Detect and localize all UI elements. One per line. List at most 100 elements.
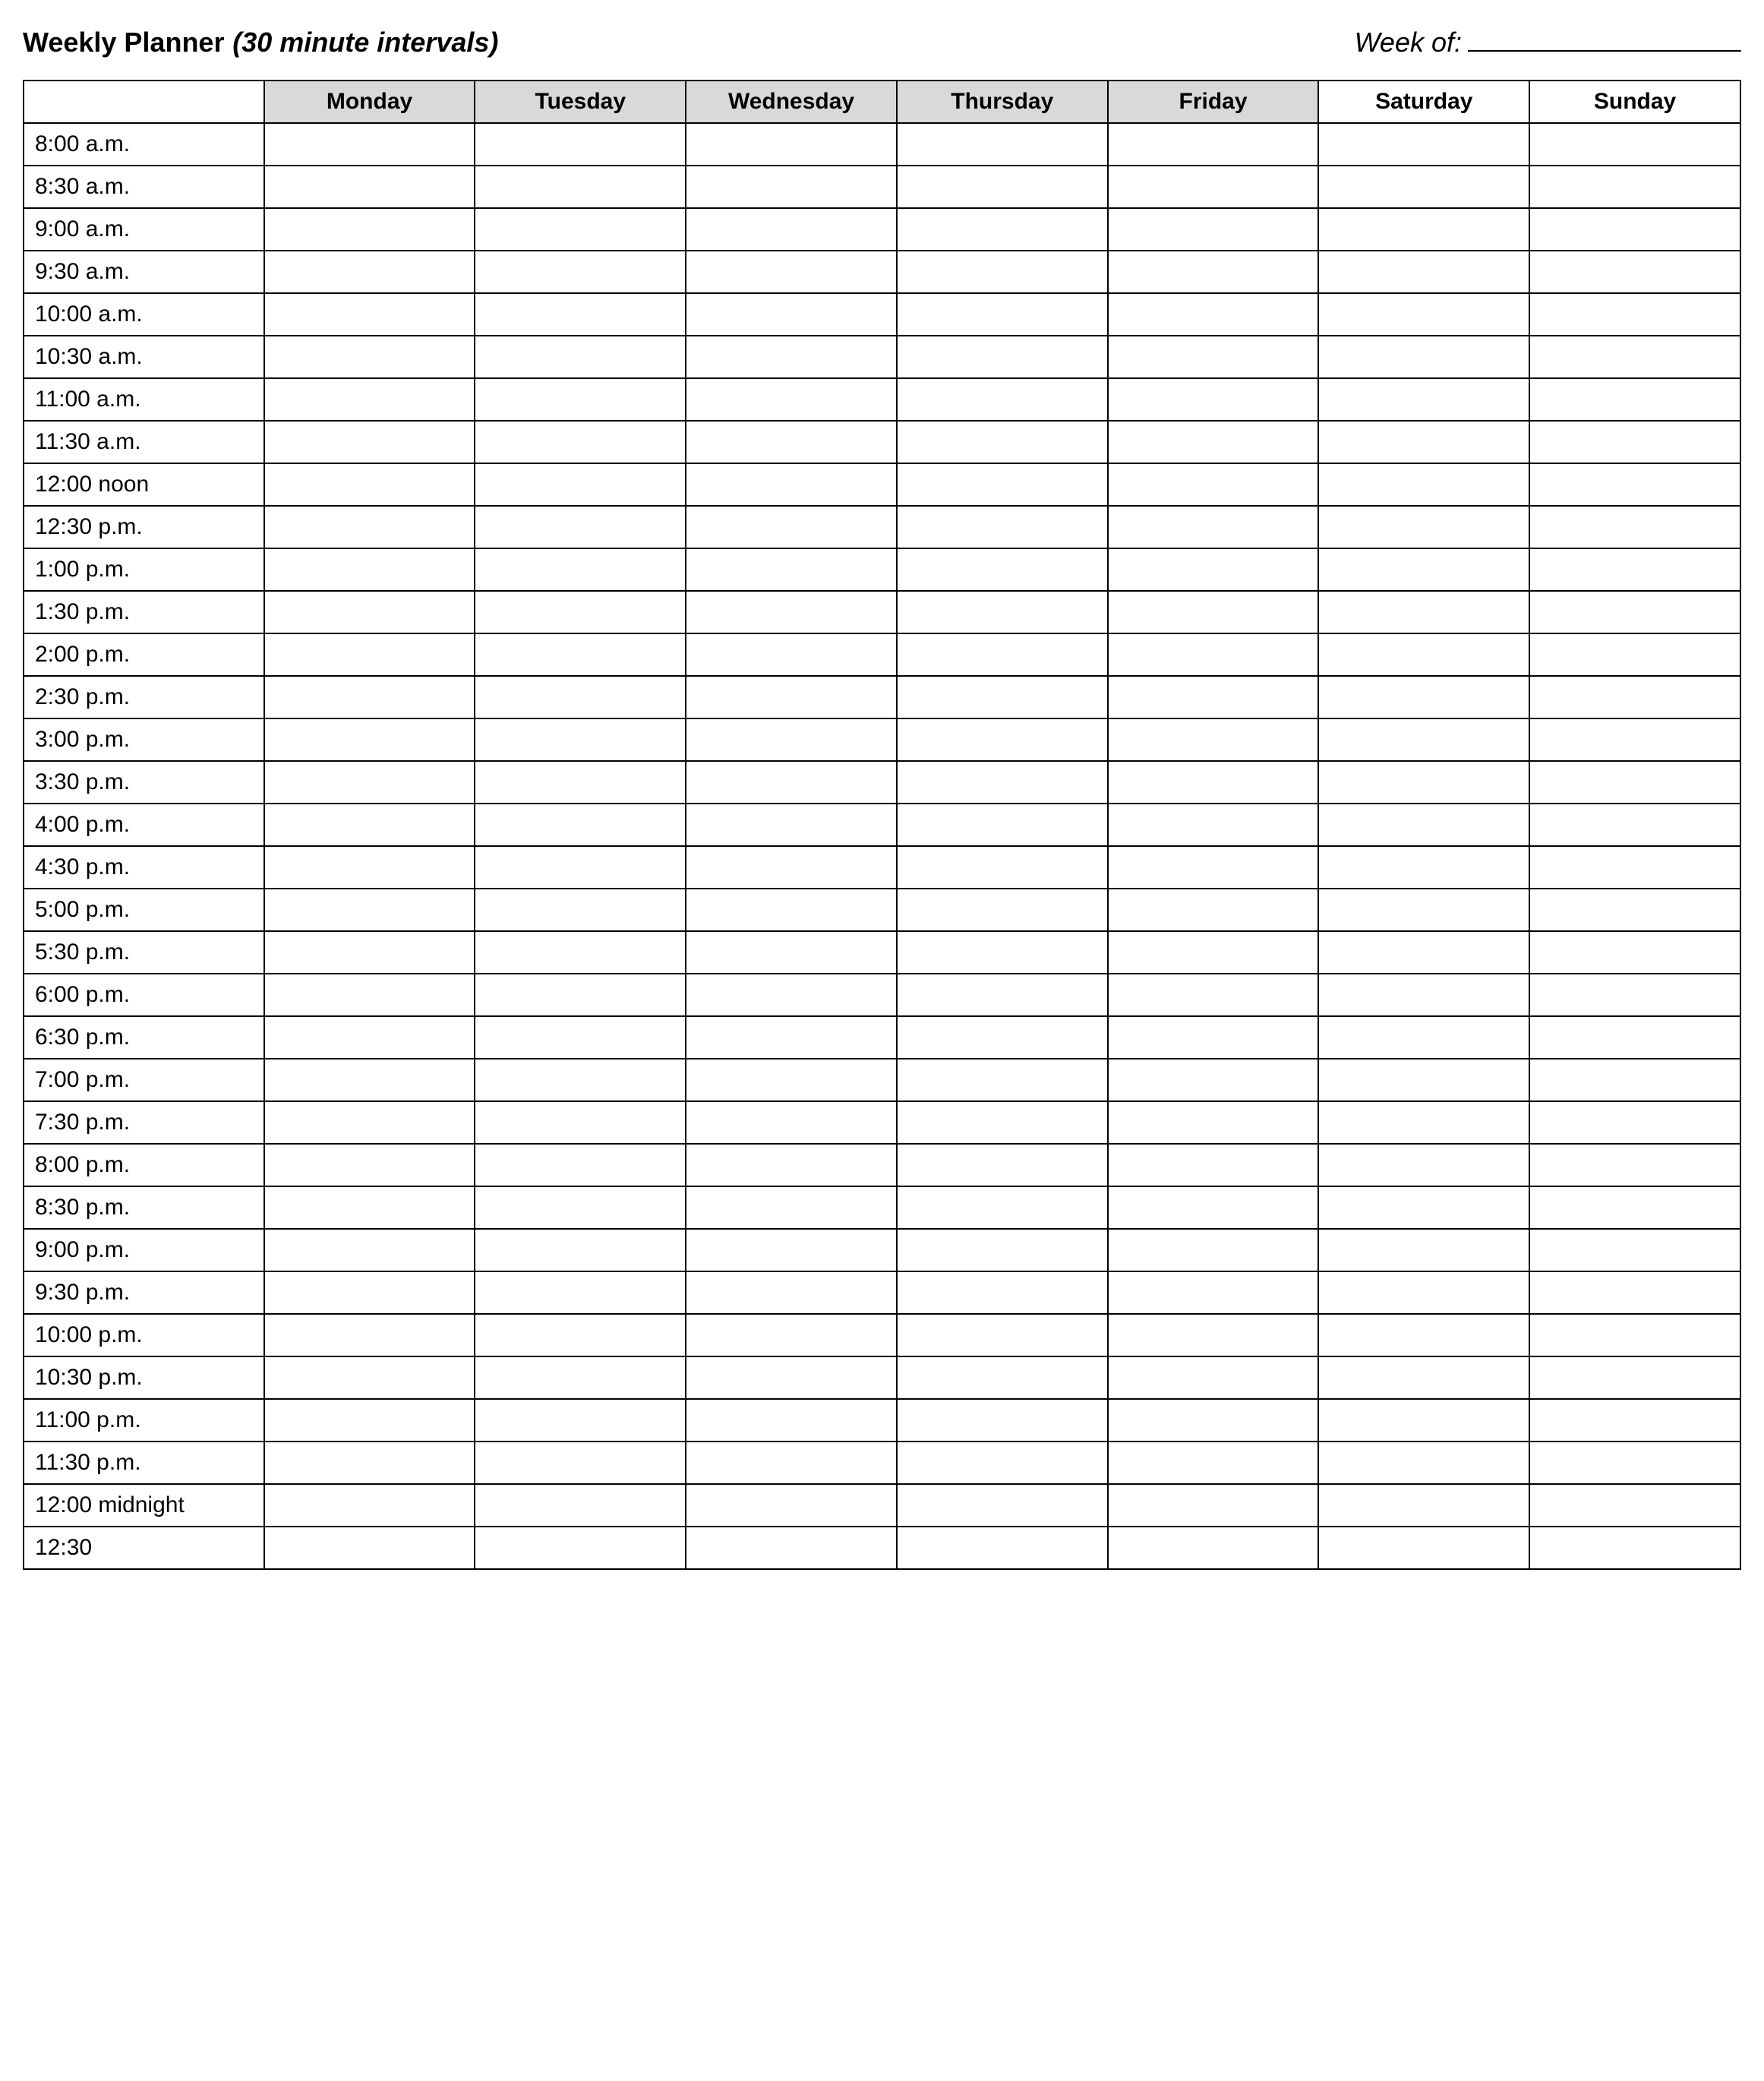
planner-cell[interactable] — [1529, 378, 1740, 421]
planner-cell[interactable] — [1318, 506, 1529, 548]
planner-cell[interactable] — [686, 123, 897, 166]
planner-cell[interactable] — [264, 718, 475, 761]
planner-cell[interactable] — [475, 633, 686, 676]
planner-cell[interactable] — [1318, 1101, 1529, 1144]
planner-cell[interactable] — [686, 1016, 897, 1059]
planner-cell[interactable] — [1318, 1144, 1529, 1186]
planner-cell[interactable] — [1529, 889, 1740, 931]
planner-cell[interactable] — [686, 1271, 897, 1314]
planner-cell[interactable] — [264, 166, 475, 208]
planner-cell[interactable] — [264, 1271, 475, 1314]
planner-cell[interactable] — [897, 931, 1108, 974]
planner-cell[interactable] — [897, 336, 1108, 378]
planner-cell[interactable] — [897, 1356, 1108, 1399]
planner-cell[interactable] — [475, 1186, 686, 1229]
planner-cell[interactable] — [1108, 804, 1319, 846]
planner-cell[interactable] — [686, 1484, 897, 1527]
planner-cell[interactable] — [1529, 1186, 1740, 1229]
planner-cell[interactable] — [1108, 633, 1319, 676]
planner-cell[interactable] — [475, 166, 686, 208]
planner-cell[interactable] — [264, 761, 475, 804]
planner-cell[interactable] — [1318, 166, 1529, 208]
planner-cell[interactable] — [264, 378, 475, 421]
planner-cell[interactable] — [1108, 463, 1319, 506]
planner-cell[interactable] — [686, 889, 897, 931]
planner-cell[interactable] — [897, 548, 1108, 591]
planner-cell[interactable] — [264, 336, 475, 378]
planner-cell[interactable] — [1318, 974, 1529, 1016]
planner-cell[interactable] — [1318, 123, 1529, 166]
planner-cell[interactable] — [1529, 718, 1740, 761]
planner-cell[interactable] — [1318, 208, 1529, 251]
planner-cell[interactable] — [475, 591, 686, 633]
planner-cell[interactable] — [897, 1059, 1108, 1101]
planner-cell[interactable] — [475, 804, 686, 846]
planner-cell[interactable] — [1529, 1059, 1740, 1101]
planner-cell[interactable] — [897, 1484, 1108, 1527]
planner-cell[interactable] — [475, 421, 686, 463]
planner-cell[interactable] — [475, 1527, 686, 1569]
planner-cell[interactable] — [1318, 846, 1529, 889]
planner-cell[interactable] — [1108, 1186, 1319, 1229]
planner-cell[interactable] — [1318, 931, 1529, 974]
planner-cell[interactable] — [475, 378, 686, 421]
planner-cell[interactable] — [686, 1527, 897, 1569]
planner-cell[interactable] — [1318, 1356, 1529, 1399]
planner-cell[interactable] — [475, 123, 686, 166]
planner-cell[interactable] — [1318, 1186, 1529, 1229]
planner-cell[interactable] — [264, 1101, 475, 1144]
planner-cell[interactable] — [264, 506, 475, 548]
planner-cell[interactable] — [897, 633, 1108, 676]
planner-cell[interactable] — [686, 336, 897, 378]
planner-cell[interactable] — [1529, 591, 1740, 633]
planner-cell[interactable] — [1529, 293, 1740, 336]
planner-cell[interactable] — [264, 421, 475, 463]
planner-cell[interactable] — [264, 1186, 475, 1229]
planner-cell[interactable] — [1108, 974, 1319, 1016]
planner-cell[interactable] — [264, 1144, 475, 1186]
planner-cell[interactable] — [475, 974, 686, 1016]
planner-cell[interactable] — [1529, 123, 1740, 166]
planner-cell[interactable] — [1529, 1271, 1740, 1314]
planner-cell[interactable] — [897, 974, 1108, 1016]
planner-cell[interactable] — [264, 1016, 475, 1059]
planner-cell[interactable] — [264, 633, 475, 676]
planner-cell[interactable] — [1318, 378, 1529, 421]
planner-cell[interactable] — [897, 846, 1108, 889]
planner-cell[interactable] — [1108, 251, 1319, 293]
planner-cell[interactable] — [264, 463, 475, 506]
planner-cell[interactable] — [897, 1101, 1108, 1144]
planner-cell[interactable] — [1318, 1314, 1529, 1356]
planner-cell[interactable] — [686, 1229, 897, 1271]
planner-cell[interactable] — [1108, 1484, 1319, 1527]
planner-cell[interactable] — [475, 718, 686, 761]
planner-cell[interactable] — [475, 846, 686, 889]
planner-cell[interactable] — [1108, 1144, 1319, 1186]
planner-cell[interactable] — [897, 1271, 1108, 1314]
planner-cell[interactable] — [897, 889, 1108, 931]
weekof-input-line[interactable] — [1468, 23, 1741, 52]
planner-cell[interactable] — [475, 1399, 686, 1442]
planner-cell[interactable] — [897, 123, 1108, 166]
planner-cell[interactable] — [264, 1229, 475, 1271]
planner-cell[interactable] — [686, 633, 897, 676]
planner-cell[interactable] — [1318, 1442, 1529, 1484]
planner-cell[interactable] — [475, 676, 686, 718]
planner-cell[interactable] — [1108, 1271, 1319, 1314]
planner-cell[interactable] — [1529, 548, 1740, 591]
planner-cell[interactable] — [1108, 1016, 1319, 1059]
planner-cell[interactable] — [1318, 1484, 1529, 1527]
planner-cell[interactable] — [897, 378, 1108, 421]
planner-cell[interactable] — [686, 718, 897, 761]
planner-cell[interactable] — [1108, 846, 1319, 889]
planner-cell[interactable] — [897, 718, 1108, 761]
planner-cell[interactable] — [264, 1527, 475, 1569]
planner-cell[interactable] — [1108, 1229, 1319, 1271]
planner-cell[interactable] — [475, 1271, 686, 1314]
planner-cell[interactable] — [897, 1399, 1108, 1442]
planner-cell[interactable] — [897, 463, 1108, 506]
planner-cell[interactable] — [475, 1314, 686, 1356]
planner-cell[interactable] — [1318, 1229, 1529, 1271]
planner-cell[interactable] — [897, 1016, 1108, 1059]
planner-cell[interactable] — [1529, 166, 1740, 208]
